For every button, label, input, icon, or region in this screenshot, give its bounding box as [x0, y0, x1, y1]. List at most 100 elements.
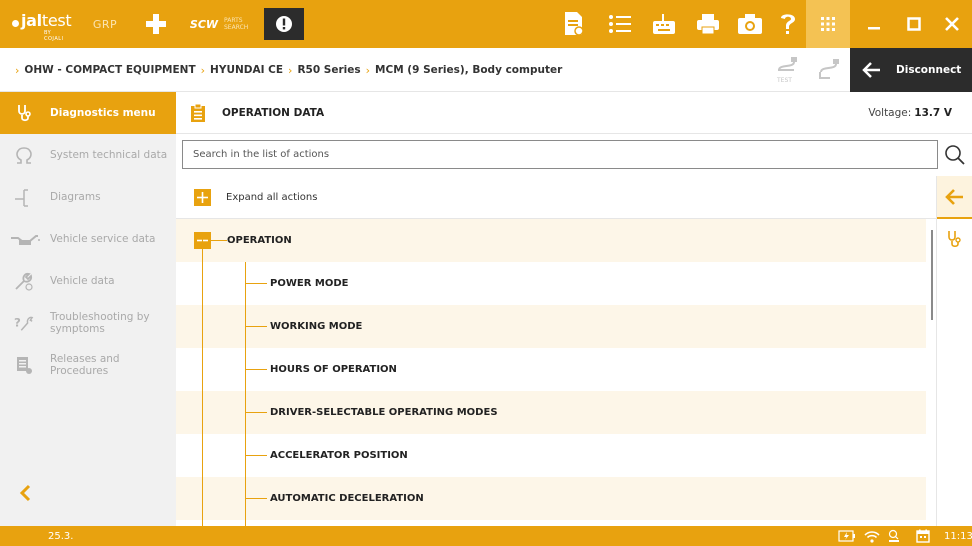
disconnect-button[interactable]: Disconnect: [850, 48, 972, 92]
expand-plus-icon[interactable]: [194, 189, 211, 206]
back-chevron-icon[interactable]: [18, 484, 38, 504]
sidebar-item-label: Releases and Procedures: [50, 353, 120, 377]
clipboard-icon: [190, 103, 206, 127]
apps-grid-icon: [821, 17, 835, 31]
alert-icon: [276, 16, 292, 32]
help-icon[interactable]: [770, 0, 806, 48]
page-title: OPERATION DATA: [222, 107, 325, 119]
breadcrumb-item-mcm[interactable]: MCM (9 Series), Body computer: [375, 64, 562, 76]
sidebar-item-diagrams[interactable]: Diagrams: [0, 176, 176, 218]
tree-item-label: POWER MODE: [270, 278, 349, 289]
tree-item-label: DRIVER-SELECTABLE OPERATING MODES: [270, 407, 498, 418]
maximize-icon[interactable]: [894, 0, 934, 48]
zoom-icon: [888, 529, 900, 543]
breadcrumb-bar: › OHW - COMPACT EQUIPMENT › HYUNDAI CE ›…: [0, 48, 972, 92]
wifi-icon: [864, 529, 880, 543]
tree-item-label: ACCELERATOR POSITION: [270, 450, 408, 461]
print-icon[interactable]: [688, 0, 728, 48]
oil-can-icon: [10, 229, 40, 249]
diagnostics-icon[interactable]: [945, 230, 963, 252]
wrench-icon: [14, 271, 34, 291]
top-bar: jaltest BY COJALI GRP SCW PARTS SEARCH: [0, 0, 972, 48]
tree-row[interactable]: POWER MODE: [176, 262, 926, 305]
grp-button[interactable]: GRP: [88, 0, 122, 48]
search-input[interactable]: [182, 140, 938, 169]
voltage-value: 13.7 V: [914, 107, 952, 119]
parts-search-button[interactable]: PARTS SEARCH: [224, 0, 260, 48]
procedures-icon: [14, 355, 34, 375]
tree-connector-line: [211, 240, 227, 241]
breadcrumb-separator: ›: [365, 63, 371, 77]
jaltest-logo: jaltest BY COJALI: [12, 11, 72, 42]
disconnect-label: Disconnect: [896, 64, 962, 76]
version-label: 25.3.: [48, 530, 74, 542]
minimize-icon[interactable]: [854, 0, 894, 48]
sidebar-item-releases-procedures[interactable]: Releases and Procedures: [0, 344, 176, 386]
tree-connector-line: [245, 262, 246, 526]
tree-connector-line: [245, 369, 267, 370]
breadcrumb-item-hyundai-ce[interactable]: HYUNDAI CE: [210, 64, 283, 76]
connection-test-icon[interactable]: TEST: [776, 56, 798, 88]
svg-text:TEST: TEST: [776, 77, 792, 84]
collapse-panel-button[interactable]: [937, 176, 972, 219]
arrow-left-icon: [945, 188, 963, 205]
logo-text-bold: jal: [21, 11, 42, 30]
search-icon[interactable]: [944, 144, 966, 170]
search-label: SEARCH: [224, 24, 249, 31]
tree-row[interactable]: WORKING MODE: [176, 305, 926, 348]
scrollbar-thumb[interactable]: [931, 230, 933, 320]
diagnostics-icon: [14, 103, 34, 123]
close-icon[interactable]: [932, 0, 972, 48]
add-icon[interactable]: [144, 0, 168, 48]
sidebar-item-label: Vehicle service data: [50, 233, 156, 245]
sidebar-item-vehicle-service-data[interactable]: Vehicle service data: [0, 218, 176, 260]
camera-icon[interactable]: [730, 0, 770, 48]
logo-text: jaltest: [21, 11, 72, 30]
sidebar-item-label: Diagnostics menu: [50, 107, 156, 119]
tree-connector-line: [245, 498, 267, 499]
right-panel-strip: [936, 176, 972, 526]
report-icon[interactable]: [554, 0, 594, 48]
tree-item-label: WORKING MODE: [270, 321, 363, 332]
tree-root-row[interactable]: OPERATION: [176, 219, 926, 262]
arrow-left-icon: [862, 62, 880, 78]
breadcrumb-item-r50-series[interactable]: R50 Series: [297, 64, 360, 76]
tree-connector-line: [245, 283, 267, 284]
calendar-icon: [916, 529, 930, 543]
connection-cable-icon[interactable]: [818, 56, 840, 88]
svg-text:?: ?: [14, 316, 21, 330]
tree-connector-line: [245, 455, 267, 456]
sidebar-item-label: Diagrams: [50, 191, 101, 203]
breadcrumb-separator: ›: [200, 63, 206, 77]
sidebar-item-label: Vehicle data: [50, 275, 115, 287]
sidebar-item-diagnostics-menu[interactable]: Diagnostics menu: [0, 92, 176, 134]
sidebar-item-label: Troubleshooting by symptoms: [50, 311, 150, 335]
breadcrumb: › OHW - COMPACT EQUIPMENT › HYUNDAI CE ›…: [10, 48, 562, 92]
parts-label: PARTS: [224, 17, 243, 24]
sidebar-item-troubleshooting[interactable]: ? Troubleshooting by symptoms: [0, 302, 176, 344]
sidebar-item-label: System technical data: [50, 149, 168, 161]
tree-row[interactable]: HOURS OF OPERATION: [176, 348, 926, 391]
voltage-label: Voltage:: [868, 107, 912, 119]
breadcrumb-separator: ›: [288, 63, 293, 77]
scw-button[interactable]: SCW: [184, 0, 224, 48]
main-header: OPERATION DATA Voltage: 13.7 V: [176, 92, 972, 134]
tree-connector-line: [202, 236, 203, 526]
tree-row[interactable]: AUTOMATIC DECELERATION: [176, 477, 926, 520]
list-icon[interactable]: [600, 0, 640, 48]
sidebar-item-system-technical-data[interactable]: System technical data: [0, 134, 176, 176]
breadcrumb-item-compact-equipment[interactable]: OHW - COMPACT EQUIPMENT: [24, 64, 195, 76]
tree-row[interactable]: DRIVER-SELECTABLE OPERATING MODES: [176, 391, 926, 434]
breadcrumb-separator: ›: [15, 63, 20, 77]
tree-root-label: OPERATION: [227, 235, 292, 246]
alert-button[interactable]: [264, 8, 304, 40]
apps-grid-button[interactable]: [806, 0, 850, 48]
expand-all-row[interactable]: Expand all actions: [176, 176, 936, 219]
keyboard-icon[interactable]: [644, 0, 684, 48]
troubleshooting-icon: ?: [14, 313, 34, 333]
ohm-icon: [14, 145, 34, 165]
tree-connector-line: [245, 326, 267, 327]
tree-row[interactable]: ACCELERATOR POSITION: [176, 434, 926, 477]
sidebar-item-vehicle-data[interactable]: Vehicle data: [0, 260, 176, 302]
sidebar: Diagnostics menu System technical data D…: [0, 92, 176, 526]
